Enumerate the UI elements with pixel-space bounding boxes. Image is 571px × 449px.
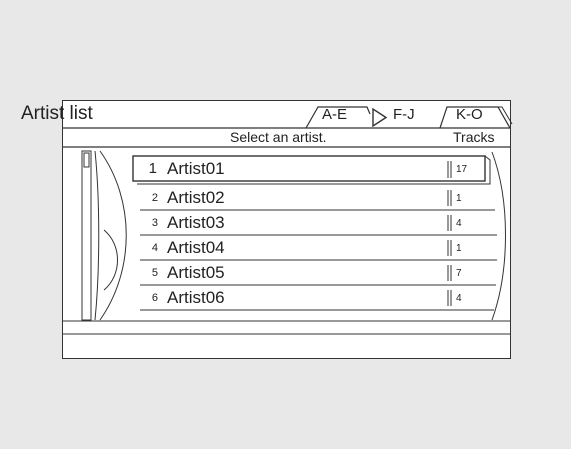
play-triangle-icon	[372, 107, 388, 128]
track-count: 4	[456, 218, 462, 229]
row-number: 5	[151, 267, 158, 279]
select-artist-prompt: Select an artist.	[230, 129, 327, 145]
artist-name: Artist03	[167, 213, 225, 232]
track-count: 4	[456, 293, 462, 304]
carousel-right-curve	[491, 151, 506, 321]
scrollbar-track[interactable]	[81, 150, 92, 321]
track-count: 1	[456, 243, 462, 254]
screen-frame-lines	[63, 106, 513, 335]
row-number: 4	[151, 242, 158, 254]
track-count: 17	[456, 164, 468, 175]
tab-a-e[interactable]: A-E	[322, 106, 347, 124]
artist-name: Artist02	[167, 188, 225, 207]
tab-k-o[interactable]: K-O	[456, 106, 483, 124]
tracks-header: Tracks	[453, 129, 495, 145]
scrollbar-thumb[interactable]	[83, 152, 90, 168]
artist-name: Artist06	[167, 288, 225, 307]
artist-name: Artist04	[167, 238, 225, 257]
track-count: 1	[456, 193, 462, 204]
row-number: 2	[151, 192, 158, 204]
screen-title: Artist list	[21, 103, 93, 124]
artist-name: Artist01	[167, 159, 225, 178]
row-number: 1	[148, 160, 157, 177]
carousel-left-curve	[94, 150, 100, 321]
tab-f-j[interactable]: F-J	[393, 106, 415, 124]
track-count: 7	[456, 268, 462, 279]
row-number: 6	[151, 292, 158, 304]
artist-name: Artist05	[167, 263, 225, 282]
row-number: 3	[151, 217, 158, 229]
